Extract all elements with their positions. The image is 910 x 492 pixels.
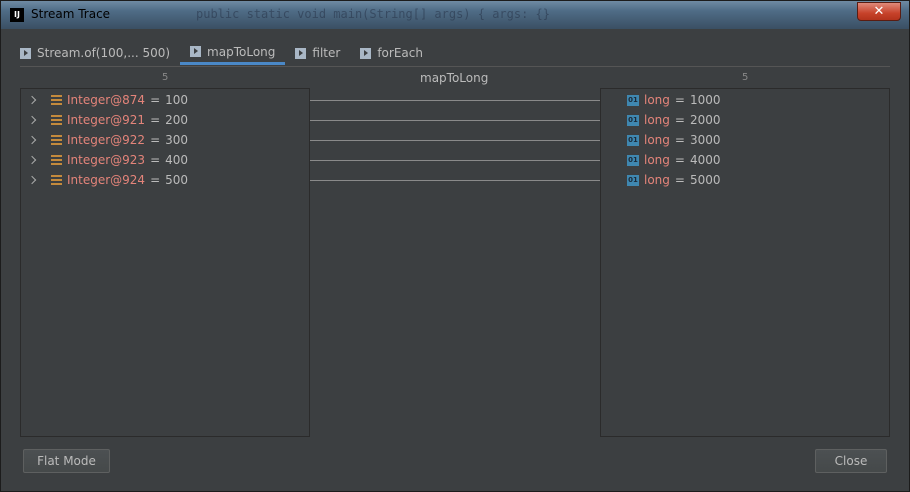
list-item[interactable]: 01 long = 4000	[627, 151, 721, 169]
tab-label: forEach	[377, 46, 423, 60]
list-item[interactable]: Integer@921 = 200	[29, 111, 188, 129]
item-value: 2000	[689, 113, 721, 127]
list-item[interactable]: 01 long = 2000	[627, 111, 721, 129]
flat-mode-button[interactable]: Flat Mode	[23, 449, 110, 473]
item-value: 200	[165, 113, 189, 127]
item-name: Integer@921	[67, 113, 146, 127]
item-value: 100	[165, 93, 189, 107]
equals-sign: =	[674, 173, 685, 187]
chevron-right-icon[interactable]	[29, 176, 37, 184]
mapping-line	[310, 180, 600, 181]
tab-bar-divider	[20, 66, 890, 67]
left-count: 5	[162, 72, 169, 83]
list-item[interactable]: Integer@924 = 500	[29, 171, 188, 189]
equals-sign: =	[674, 93, 685, 107]
primitive-value-icon: 01	[627, 134, 639, 146]
operation-title: mapToLong	[420, 71, 489, 85]
list-item[interactable]: Integer@922 = 300	[29, 131, 188, 149]
item-name: Integer@923	[67, 153, 146, 167]
equals-sign: =	[150, 133, 161, 147]
title-bar[interactable]: public static void main(String[] args) {…	[1, 1, 909, 29]
equals-sign: =	[674, 133, 685, 147]
mapping-line	[310, 140, 600, 141]
primitive-value-icon: 01	[627, 114, 639, 126]
list-icon	[51, 134, 62, 146]
list-item[interactable]: Integer@923 = 400	[29, 151, 188, 169]
mapping-line	[310, 160, 600, 161]
tab-label: mapToLong	[207, 44, 276, 59]
equals-sign: =	[150, 153, 161, 167]
tab-label: filter	[312, 46, 341, 60]
chevron-right-icon[interactable]	[29, 156, 37, 164]
play-icon	[295, 47, 307, 59]
item-value: 500	[165, 173, 189, 187]
tab-bar: Stream.of(100,... 500) mapToLong filter …	[10, 41, 433, 67]
list-icon	[51, 154, 62, 166]
play-icon	[190, 46, 202, 57]
tab-label: Stream.of(100,... 500)	[37, 46, 171, 60]
chevron-right-icon[interactable]	[29, 136, 37, 144]
item-value: 300	[165, 133, 189, 147]
equals-sign: =	[150, 93, 161, 107]
primitive-value-icon: 01	[627, 154, 639, 166]
item-value: 4000	[689, 153, 721, 167]
list-item[interactable]: Integer@874 = 100	[29, 91, 188, 109]
item-name: Integer@924	[67, 173, 146, 187]
list-item[interactable]: 01 long = 1000	[627, 91, 721, 109]
play-icon	[20, 47, 31, 59]
tab-filter[interactable]: filter	[285, 41, 350, 65]
mapping-line	[310, 120, 600, 121]
item-name: long	[644, 93, 670, 107]
chevron-right-icon[interactable]	[29, 96, 37, 104]
close-button[interactable]: Close	[815, 449, 887, 473]
window-close-button[interactable]: ✕	[857, 2, 901, 21]
chevron-right-icon[interactable]	[29, 116, 37, 124]
item-name: long	[644, 133, 670, 147]
item-name: long	[644, 153, 670, 167]
list-item[interactable]: 01 long = 3000	[627, 131, 721, 149]
item-name: long	[644, 113, 670, 127]
tab-map-to-long[interactable]: mapToLong	[180, 41, 286, 65]
primitive-value-icon: 01	[627, 174, 639, 186]
mapping-line	[310, 100, 600, 101]
equals-sign: =	[674, 113, 685, 127]
window-title: Stream Trace	[31, 7, 111, 21]
item-name: long	[644, 173, 670, 187]
background-code-text: public static void main(String[] args) {…	[196, 7, 551, 21]
tab-stream-of[interactable]: Stream.of(100,... 500)	[10, 41, 180, 65]
item-value: 3000	[689, 133, 721, 147]
tab-for-each[interactable]: forEach	[350, 41, 433, 65]
item-value: 5000	[689, 173, 721, 187]
intellij-app-icon: IJ	[10, 8, 24, 22]
list-icon	[51, 174, 62, 186]
right-count: 5	[742, 72, 749, 83]
item-name: Integer@922	[67, 133, 146, 147]
list-item[interactable]: 01 long = 5000	[627, 171, 721, 189]
play-icon	[360, 47, 372, 59]
primitive-value-icon: 01	[627, 94, 639, 106]
equals-sign: =	[674, 153, 685, 167]
equals-sign: =	[150, 173, 161, 187]
list-icon	[51, 114, 62, 126]
item-name: Integer@874	[67, 93, 146, 107]
list-icon	[51, 94, 62, 106]
item-value: 1000	[689, 93, 721, 107]
item-value: 400	[165, 153, 189, 167]
equals-sign: =	[150, 113, 161, 127]
